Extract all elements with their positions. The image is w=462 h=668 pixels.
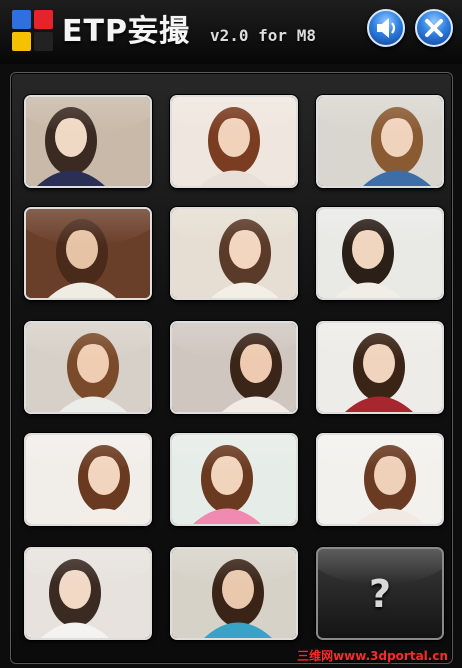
photo-icon	[26, 209, 150, 298]
photo-thumbnail-12[interactable]	[316, 433, 444, 526]
photo-icon	[318, 323, 442, 412]
sound-button[interactable]	[367, 9, 405, 47]
question-mark-icon: ?	[368, 571, 392, 616]
photo-thumbnail-9[interactable]	[316, 321, 444, 414]
close-button[interactable]	[415, 9, 453, 47]
photo-icon	[172, 323, 296, 412]
photo-thumbnail-10[interactable]	[24, 433, 152, 526]
photo-icon	[318, 435, 442, 524]
photo-icon	[26, 549, 150, 638]
photo-icon	[172, 549, 296, 638]
photo-icon	[318, 209, 442, 298]
photo-thumbnail-14[interactable]	[170, 547, 298, 640]
photo-icon	[172, 209, 296, 298]
photo-thumbnail-1[interactable]	[24, 95, 152, 188]
locked-tile-button[interactable]: ?	[316, 547, 444, 640]
photo-thumbnail-5[interactable]	[170, 207, 298, 300]
app-header: ETP妄撮 v2.0 for M8	[0, 0, 462, 64]
speaker-icon	[377, 18, 396, 38]
photo-thumbnail-4[interactable]	[24, 207, 152, 300]
photo-icon	[26, 323, 150, 412]
photo-icon	[26, 435, 150, 524]
photo-icon	[318, 97, 442, 186]
photo-thumbnail-6[interactable]	[316, 207, 444, 300]
photo-thumbnail-11[interactable]	[170, 433, 298, 526]
photo-icon	[172, 97, 296, 186]
photo-thumbnail-8[interactable]	[170, 321, 298, 414]
app-version: v2.0 for M8	[210, 26, 316, 45]
app-title: ETP妄撮	[62, 14, 190, 49]
photo-thumbnail-7[interactable]	[24, 321, 152, 414]
photo-thumbnail-3[interactable]	[316, 95, 444, 188]
close-icon	[425, 19, 443, 37]
photo-icon	[26, 97, 150, 186]
photo-icon	[172, 435, 296, 524]
photo-thumbnail-13[interactable]	[24, 547, 152, 640]
photo-thumbnail-2[interactable]	[170, 95, 298, 188]
watermark: 三维网www.3dportal.cn	[297, 649, 448, 663]
app-logo-icon	[12, 10, 54, 52]
